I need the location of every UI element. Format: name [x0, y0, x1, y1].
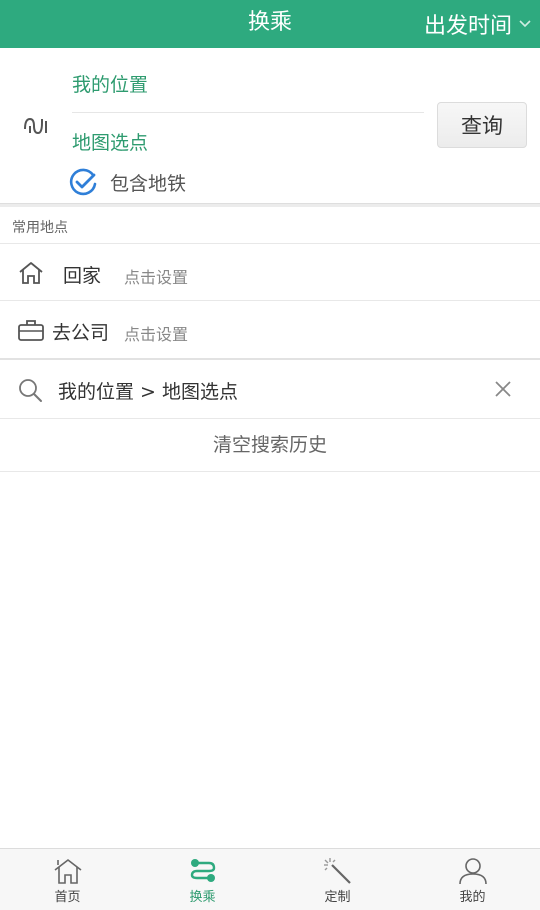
tab-home[interactable]: 首页 — [0, 849, 135, 910]
place-row-work[interactable]: 去公司 点击设置 — [0, 301, 540, 357]
history-item[interactable]: 我的位置 > 地图选点 — [0, 360, 540, 418]
app-header: 换乘 出发时间 — [0, 0, 540, 48]
query-button[interactable]: 查询 — [437, 102, 527, 148]
departure-time-button[interactable]: 出发时间 — [424, 0, 532, 48]
chevron-down-icon — [519, 20, 531, 28]
place-hint: 点击设置 — [124, 325, 189, 344]
magic-wand-icon — [323, 858, 351, 884]
history-item-text: 我的位置 > 地图选点 — [58, 381, 238, 403]
place-row-home[interactable]: 回家 点击设置 — [0, 244, 540, 300]
tab-label: 首页 — [54, 890, 81, 905]
transfer-screen: 换乘 出发时间 我的位置 地图选点 查询 包含地铁 常用地点 回家 点击设置 去… — [0, 0, 540, 910]
home-icon — [19, 262, 43, 284]
transfer-tab-icon — [190, 859, 215, 882]
common-places-header: 常用地点 — [0, 207, 540, 243]
tab-label: 换乘 — [189, 890, 216, 905]
briefcase-icon — [18, 320, 44, 341]
swap-route-icon[interactable] — [22, 115, 50, 137]
origin-field[interactable]: 我的位置 — [72, 70, 148, 97]
tab-custom[interactable]: 定制 — [270, 849, 405, 910]
place-name: 回家 — [63, 265, 102, 287]
tab-label: 我的 — [459, 890, 486, 905]
tab-transfer[interactable]: 换乘 — [135, 849, 270, 910]
user-icon — [458, 858, 487, 885]
home-tab-icon — [54, 859, 81, 884]
divider — [0, 471, 540, 472]
bottom-tab-bar: 首页 换乘 定制 我的 — [0, 848, 540, 910]
close-icon[interactable] — [493, 379, 513, 399]
common-places-title: 常用地点 — [12, 220, 68, 236]
include-subway-label: 包含地铁 — [110, 172, 187, 195]
departure-time-label: 出发时间 — [423, 14, 512, 39]
place-name: 去公司 — [52, 322, 110, 344]
route-divider — [72, 112, 424, 113]
clear-history-button[interactable]: 清空搜索历史 — [0, 419, 540, 471]
route-panel: 我的位置 地图选点 查询 包含地铁 — [0, 48, 540, 204]
search-icon — [19, 379, 42, 402]
include-subway-toggle[interactable]: 包含地铁 — [68, 168, 186, 196]
destination-field[interactable]: 地图选点 — [72, 128, 148, 155]
tab-mine[interactable]: 我的 — [405, 849, 540, 910]
tab-label: 定制 — [324, 890, 351, 905]
check-circle-icon — [69, 168, 97, 196]
place-hint: 点击设置 — [124, 268, 189, 287]
